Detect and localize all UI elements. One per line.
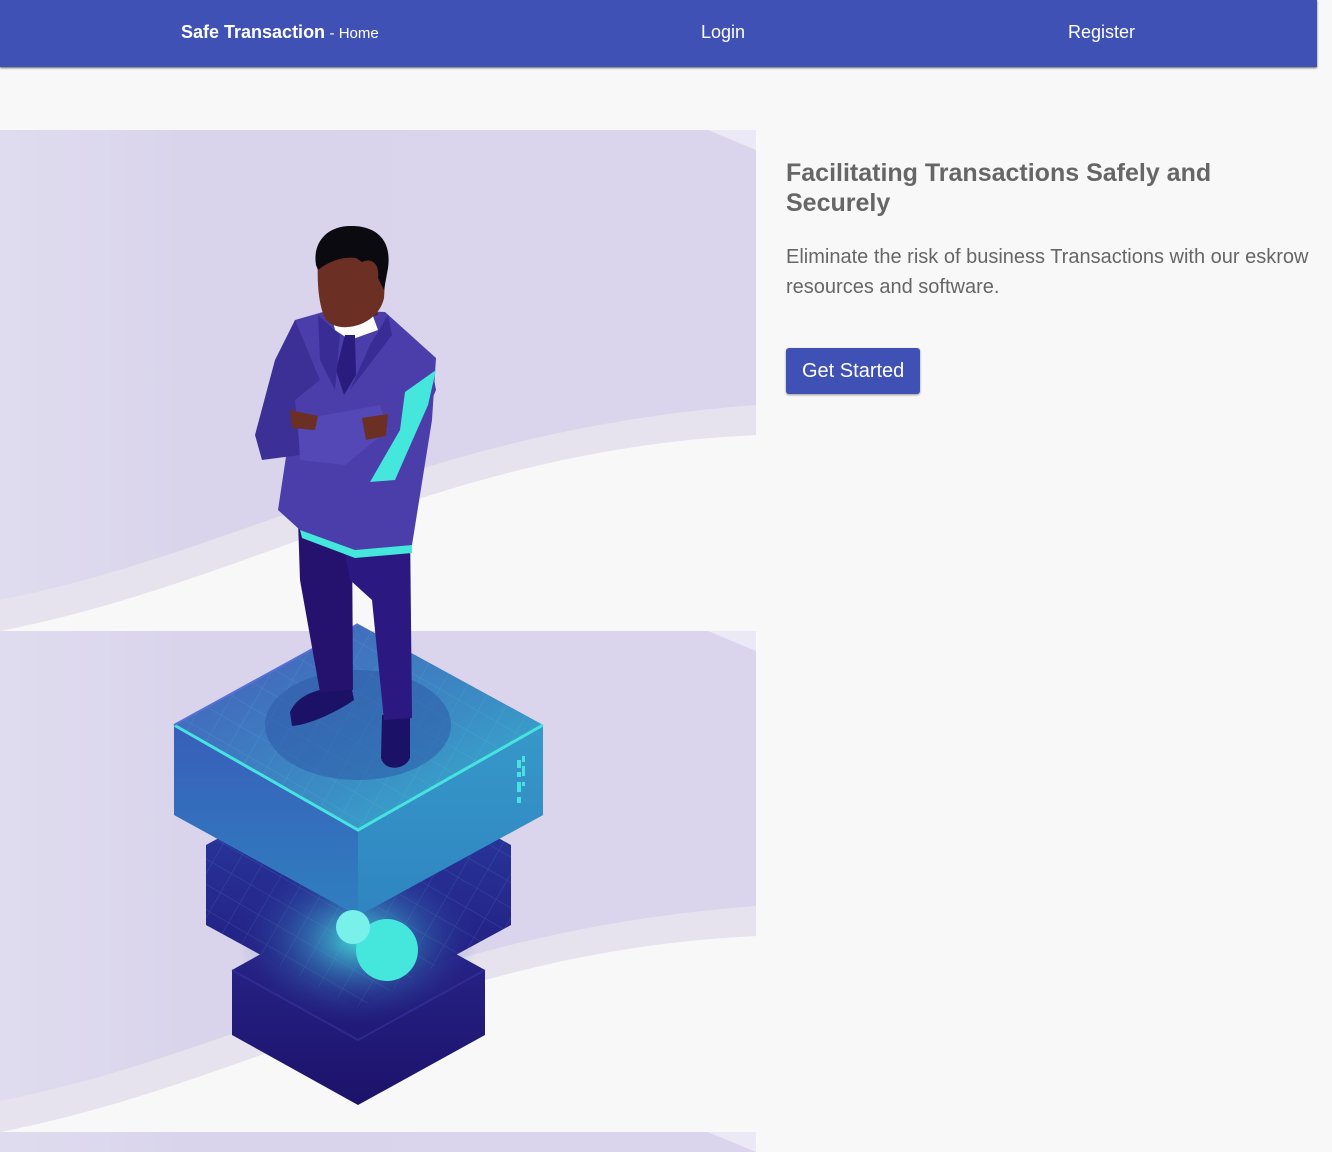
login-link[interactable]: Login	[701, 22, 745, 43]
register-link[interactable]: Register	[1068, 22, 1135, 43]
glow-orb-small	[336, 910, 370, 944]
background-tile-bottom	[0, 1132, 756, 1152]
brand-separator: -	[329, 25, 339, 42]
get-started-button[interactable]: Get Started	[786, 348, 921, 394]
hero-title: Facilitating Transactions Safely and Sec…	[786, 159, 1212, 217]
brand[interactable]: Safe Transaction - Home	[181, 22, 379, 43]
top-navbar: Safe Transaction - Home Login Register	[0, 0, 1317, 67]
hero-content: Facilitating Transactions Safely and Sec…	[786, 158, 1316, 394]
current-page-label: Home	[338, 25, 379, 42]
hero-description: Eliminate the risk of business Transacti…	[786, 246, 1309, 298]
brand-name[interactable]: Safe Transaction	[181, 22, 325, 42]
hero-illustration	[0, 130, 756, 1152]
